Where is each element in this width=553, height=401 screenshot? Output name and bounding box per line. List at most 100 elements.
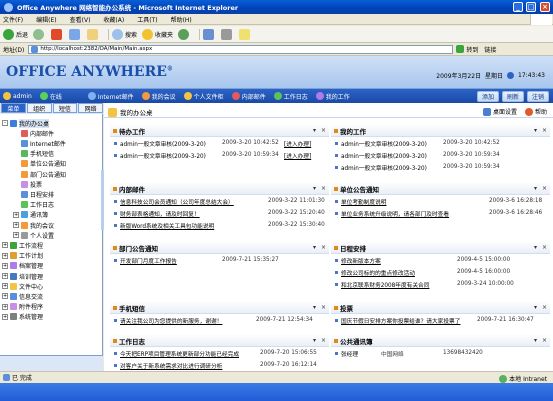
collapse-icon[interactable]: ▾ [534, 244, 537, 251]
expand-toggle-icon[interactable]: + [2, 242, 8, 249]
collapse-icon[interactable]: ▾ [534, 185, 537, 192]
close-button[interactable]: × [540, 2, 550, 12]
search-button[interactable]: 搜索 [112, 28, 137, 40]
tree-node[interactable]: + 工作计划 [2, 251, 43, 261]
tree-node[interactable]: + 我的会议 [13, 220, 54, 230]
desktop-settings-link[interactable]: 桌面设置 [482, 107, 517, 116]
list-item[interactable]: 今天把ERP项目管理系统更新部分功能已经完成 2009-7-20 15:06:55 [110, 347, 329, 359]
collapse-icon[interactable]: ▾ [313, 244, 316, 251]
address-input[interactable]: http://localhost:2382/OA/Main/Main.aspx [28, 44, 454, 54]
tab-organization[interactable]: 组织 [26, 103, 52, 113]
close-icon[interactable]: × [321, 244, 326, 251]
expand-toggle-icon[interactable]: + [2, 262, 8, 269]
tree-node[interactable]: 内部邮件 [13, 128, 54, 138]
close-icon[interactable]: × [321, 337, 326, 344]
tree-node[interactable]: + 工作流程 [2, 240, 43, 250]
list-item[interactable]: admin一般文章审核(2009-3-20) 2009-3-20 10:59:34 [331, 149, 550, 161]
list-item[interactable]: admin一般文章审核(2009-3-20) 2009-3-20 10:59:34… [110, 149, 329, 161]
close-icon[interactable]: × [542, 304, 547, 311]
online-status[interactable]: 在线 [39, 92, 62, 101]
tree-node[interactable]: Internet邮件 [13, 138, 66, 148]
expand-toggle-icon[interactable]: + [2, 303, 8, 310]
tree-node[interactable]: + 通讯簿 [13, 210, 48, 220]
mail-button[interactable] [203, 28, 216, 40]
back-button[interactable]: 后退 [3, 28, 28, 40]
expand-toggle-icon[interactable]: + [2, 313, 8, 320]
tree-node[interactable]: 手机短信 [13, 149, 54, 159]
tree-node[interactable]: + 文件中心 [2, 281, 43, 291]
minimize-button[interactable]: _ [513, 2, 523, 12]
forward-button[interactable] [33, 28, 46, 40]
tree-node[interactable]: + 培训管理 [2, 271, 43, 281]
list-item[interactable]: 修改新版本方案 2009-4-5 15:00:00 [331, 254, 550, 266]
list-item[interactable]: 张经理 中国网络 13698432420 [331, 347, 550, 359]
list-item[interactable]: 对客户关于新系统需求对比进行调研分析 2009-7-20 16:12:14 [110, 359, 329, 371]
edit-button[interactable] [239, 28, 252, 40]
list-item[interactable]: 和北京联系财务2008年度有关合同 2009-3-24 10:00:00 [331, 278, 550, 290]
process-link[interactable]: [进入办理] [284, 139, 311, 148]
close-icon[interactable]: × [321, 127, 326, 134]
tree-node[interactable]: 单位公告通知 [13, 159, 66, 169]
tree-node[interactable]: 部门公告通知 [13, 169, 66, 179]
menu-help[interactable]: 帮助(H) [171, 15, 192, 24]
expand-toggle-icon[interactable]: + [13, 232, 19, 239]
close-icon[interactable]: × [542, 244, 547, 251]
nav-internal-mail[interactable]: 内部邮件 [231, 92, 266, 101]
links-button[interactable]: 链接 [484, 45, 496, 54]
tree-node[interactable]: 工作日志 [13, 200, 54, 210]
list-item[interactable]: admin一般文章审核(2009-3-20) 2009-3-20 10:42:52… [110, 137, 329, 149]
go-button[interactable]: 转到 [456, 45, 478, 54]
list-item[interactable]: 修改公司标的的重点修改活动 2009-4-5 16:00:00 [331, 266, 550, 278]
close-icon[interactable]: × [321, 304, 326, 311]
list-item[interactable]: admin一般文章审核(2009-3-20) 2009-3-20 10:42:52 [331, 137, 550, 149]
tree-node[interactable]: - 我的办公桌 [2, 118, 50, 128]
maximize-button[interactable]: □ [526, 2, 536, 12]
collapse-icon[interactable]: ▾ [313, 127, 316, 134]
collapse-icon[interactable]: ▾ [534, 304, 537, 311]
list-item[interactable]: 新版Word系统及相关工具包功能说明 2009-3-22 15:30:40 [110, 219, 329, 231]
tree-node[interactable]: 日程安排 [13, 189, 54, 199]
list-item[interactable]: 请关注我公司为您提供的新服务，谢谢！ 2009-7-21 12:54:34 [110, 314, 329, 326]
expand-toggle-icon[interactable]: - [2, 120, 8, 126]
nav-personal-files[interactable]: 个人文件柜 [183, 92, 224, 101]
menu-favorites[interactable]: 收藏(A) [103, 15, 124, 24]
history-button[interactable] [178, 28, 191, 40]
help-link[interactable]: 帮助 [524, 107, 547, 116]
list-item[interactable]: 单位考勤制度说明 2009-3-6 16:28:18 [331, 195, 550, 207]
tab-sms[interactable]: 短信 [52, 103, 78, 113]
process-link[interactable]: [进入办理] [284, 151, 311, 160]
collapse-icon[interactable]: ▾ [534, 127, 537, 134]
collapse-icon[interactable]: ▾ [534, 337, 537, 344]
collapse-icon[interactable]: ▾ [313, 304, 316, 311]
menu-edit[interactable]: 编辑(E) [36, 15, 56, 24]
add-button[interactable]: 添加 [476, 90, 499, 102]
list-item[interactable]: 开发部门月度工作报告 2009-7-21 15:35:27 [110, 254, 329, 266]
list-item[interactable]: 信息科技公司会员通知（公司年度总结大会） 2009-3-22 11:01:30 [110, 195, 329, 207]
tree-node[interactable]: + 个人设置 [13, 230, 54, 240]
print-button[interactable] [221, 28, 234, 40]
menu-file[interactable]: 文件(F) [3, 15, 23, 24]
nav-internet-mail[interactable]: Internet邮件 [87, 92, 134, 101]
list-item[interactable]: 财务部表格通知，请及时回复！ 2009-3-22 15:20:40 [110, 207, 329, 219]
collapse-icon[interactable]: ▾ [313, 337, 316, 344]
tree-node[interactable]: + 附件程序 [2, 302, 43, 312]
refresh-button[interactable] [69, 28, 82, 40]
collapse-icon[interactable]: ▾ [313, 185, 316, 192]
close-icon[interactable]: × [542, 337, 547, 344]
favorites-button[interactable]: 收藏夹 [142, 28, 173, 40]
tree-node[interactable]: + 系统管理 [2, 312, 43, 322]
nav-my-work[interactable]: 我的工作 [315, 92, 350, 101]
expand-toggle-icon[interactable]: + [2, 273, 8, 279]
stop-button[interactable] [51, 28, 64, 40]
tab-menu[interactable]: 菜单 [1, 103, 26, 113]
list-item[interactable]: 单位业务系统升级说明，请各部门及时查看 2009-3-6 16:28:46 [331, 207, 550, 219]
menu-tools[interactable]: 工具(T) [137, 15, 157, 24]
expand-toggle-icon[interactable]: + [2, 252, 8, 259]
expand-toggle-icon[interactable]: + [2, 293, 8, 300]
tree-node[interactable]: + 档案管理 [2, 261, 43, 271]
expand-toggle-icon[interactable]: + [13, 222, 19, 228]
logout-button[interactable]: 注销 [526, 90, 549, 102]
list-item[interactable]: 国庆节假日安排方案你投票给谁？请大家投票了 2009-7-21 16:30:47 [331, 314, 550, 326]
tree-node[interactable]: 投票 [13, 179, 42, 189]
menu-view[interactable]: 查看(V) [70, 15, 91, 24]
